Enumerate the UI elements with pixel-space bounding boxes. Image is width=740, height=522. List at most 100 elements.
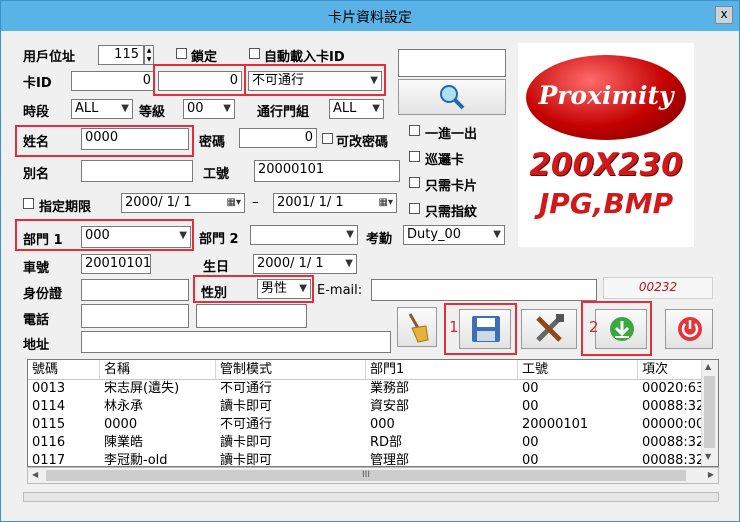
column-header[interactable]: 名稱 <box>100 360 216 379</box>
scroll-down-icon[interactable]: ▼ <box>705 452 711 461</box>
table-cell: 不可通行 <box>220 381 273 396</box>
table-row[interactable]: 0116 陳業皓 讀卡即可 RD部 00 00088:323 <box>28 434 704 452</box>
table-row[interactable]: 0115 0000 不可通行 000 20000101 00000:000 <box>28 416 704 434</box>
table-row[interactable]: 0117 李冠勳-old 讀卡即可 管理部 00 00088:323 <box>28 452 704 467</box>
door-group-value: ALL <box>333 101 357 116</box>
employee-no-label: 工號 <box>203 167 230 182</box>
card-table: 號碼 名稱 管制模式 部門1 工號 項次 0013 宋志屏(遺失) 不可通行 業… <box>27 359 719 467</box>
phone-field[interactable] <box>81 304 189 328</box>
tools-icon <box>536 314 564 342</box>
auto-load-label: 自動載入卡ID <box>264 50 345 65</box>
vertical-scrollbar[interactable]: ▲ ▼ <box>701 360 718 466</box>
attendance-select[interactable]: Duty_00 ▼ <box>403 225 505 245</box>
email-field[interactable] <box>371 279 597 301</box>
chevron-down-icon: ▼ <box>346 229 354 240</box>
photo-format-text: JPG,BMP <box>538 187 674 220</box>
date-to-value: 2001/ 1/ 1 <box>277 195 344 210</box>
proximity-logo: Proximity <box>526 55 686 140</box>
window-title: 卡片資料設定 <box>328 10 412 26</box>
auto-load-checkbox[interactable] <box>249 48 260 59</box>
chevron-down-icon: ▼ <box>121 103 129 114</box>
time-slot-select[interactable]: ALL ▼ <box>71 99 133 119</box>
level-select[interactable]: 00 ▼ <box>183 99 235 119</box>
table-cell: 0116 <box>32 435 66 450</box>
scroll-up-icon[interactable]: ▲ <box>705 362 711 371</box>
password-field[interactable]: 0 <box>239 128 317 148</box>
scroll-left-icon[interactable]: ◀ <box>32 470 38 479</box>
phone-field-2[interactable] <box>196 304 307 328</box>
lock-label: 鎖定 <box>191 50 218 65</box>
address-field[interactable] <box>81 331 391 353</box>
door-group-select[interactable]: ALL ▼ <box>329 99 384 119</box>
email-label: E-mail: <box>317 283 363 298</box>
card-only-checkbox[interactable] <box>409 177 420 188</box>
patrol-label: 巡邏卡 <box>425 153 465 168</box>
door-group-label: 通行門組 <box>257 105 310 120</box>
date-range-checkbox[interactable] <box>23 198 34 209</box>
birthday-label: 生日 <box>203 260 230 275</box>
user-addr-spinner[interactable]: ▲ ▼ <box>144 45 154 65</box>
close-button[interactable]: x <box>715 6 733 24</box>
table-cell: 00 <box>522 381 539 396</box>
birthday-value: 2000/ 1/ 1 <box>257 256 324 271</box>
power-button[interactable] <box>665 309 713 349</box>
clear-button[interactable] <box>397 307 437 347</box>
search-button[interactable] <box>398 79 506 115</box>
table-row[interactable]: 0114 林永承 讀卡即可 資安部 00 00088:323 <box>28 398 704 416</box>
horizontal-scrollbar[interactable]: ◀ III ▶ <box>27 467 719 484</box>
vertical-scroll-thumb[interactable] <box>704 376 715 448</box>
in-out-label: 一進一出 <box>425 127 478 142</box>
card-reader-field[interactable] <box>398 49 506 77</box>
card-id-field-1[interactable]: 0 <box>71 71 155 91</box>
date-from-value: 2000/ 1/ 1 <box>125 195 192 210</box>
table-row[interactable]: 0013 宋志屏(遺失) 不可通行 業務部 00 00020:632 <box>28 380 704 398</box>
table-cell: 0117 <box>32 453 66 467</box>
column-header[interactable]: 管制模式 <box>216 360 366 379</box>
fingerprint-only-checkbox[interactable] <box>409 203 420 214</box>
power-icon <box>678 317 702 341</box>
time-slot-label: 時段 <box>23 105 50 120</box>
table-cell: 管理部 <box>370 453 410 467</box>
table-cell: 00088:323 <box>642 453 704 467</box>
column-header[interactable]: 部門1 <box>366 360 518 379</box>
date-range-label: 指定期限 <box>39 200 92 215</box>
column-header[interactable]: 號碼 <box>28 360 100 379</box>
table-cell: 00000:000 <box>642 417 704 432</box>
calendar-icon: ▦▾ <box>378 197 393 208</box>
table-cell: 00 <box>522 399 539 414</box>
birthday-select[interactable]: 2000/ 1/ 1 ▼ <box>253 254 357 274</box>
date-from-picker[interactable]: 2000/ 1/ 1 ▦▾ <box>121 193 245 213</box>
card-id-label: 卡ID <box>23 76 52 91</box>
tools-button[interactable] <box>521 309 577 349</box>
chevron-down-icon: ▼ <box>345 258 353 269</box>
table-cell: 00088:323 <box>642 435 704 450</box>
employee-no-field[interactable]: 20000101 <box>254 160 400 182</box>
date-to-picker[interactable]: 2001/ 1/ 1 ▦▾ <box>273 193 397 213</box>
car-no-field[interactable]: 20010101 <box>81 254 151 274</box>
lock-checkbox[interactable] <box>176 48 187 59</box>
scroll-right-icon[interactable]: ▶ <box>708 470 714 479</box>
card-settings-window: 卡片資料設定 x 用戶位址 115 ▲ ▼ 鎖定 自動載入卡ID 卡ID 0 0 … <box>0 0 740 522</box>
column-header[interactable]: 工號 <box>518 360 638 379</box>
highlight-dept1 <box>15 219 194 251</box>
dept2-select[interactable]: ▼ <box>250 225 358 245</box>
logo-brand: Proximity <box>538 81 674 110</box>
patrol-checkbox[interactable] <box>409 151 420 162</box>
id-no-field[interactable] <box>81 279 189 301</box>
in-out-checkbox[interactable] <box>409 125 420 136</box>
id-no-label: 身份證 <box>23 287 63 302</box>
table-cell: 林永承 <box>104 399 144 414</box>
highlight-download <box>581 301 652 356</box>
search-icon <box>440 85 465 110</box>
horizontal-scroll-thumb[interactable]: III <box>46 470 686 481</box>
table-cell: 讀卡即可 <box>220 399 273 414</box>
badge-code: 00232 <box>603 277 713 299</box>
level-label: 等級 <box>139 105 166 120</box>
table-cell: 資安部 <box>370 399 410 414</box>
table-cell: 20000101 <box>522 417 589 432</box>
user-addr-field[interactable]: 115 <box>98 45 144 65</box>
table-cell: 00 <box>522 435 539 450</box>
column-header[interactable]: 項次 <box>638 360 704 379</box>
changeable-pwd-checkbox[interactable] <box>322 133 333 144</box>
alias-field[interactable] <box>81 160 193 182</box>
